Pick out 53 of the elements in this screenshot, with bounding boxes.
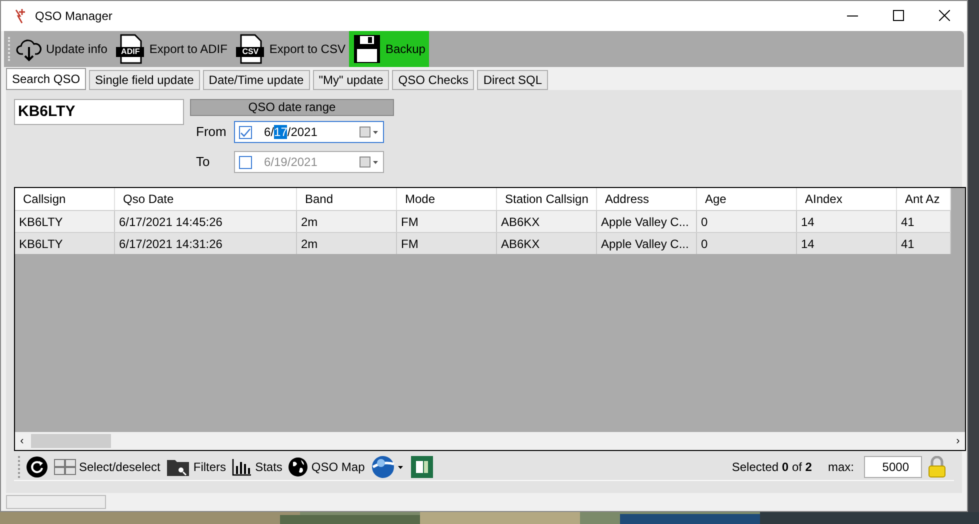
date-value: 6/17/2021 [264,124,318,142]
max-field[interactable]: 5000 [864,456,922,478]
maximize-icon[interactable] [892,10,904,22]
refresh-icon[interactable] [26,456,48,478]
tab[interactable]: Date/Time update [202,70,310,90]
date-picker[interactable]: 6/17/2021 [234,121,384,144]
toolbar-button[interactable]: Update info [12,30,112,68]
tab[interactable]: Search QSO [6,68,86,90]
bar-chart-icon [232,458,252,476]
tab[interactable]: Direct SQL [477,70,548,90]
toolbar-button[interactable]: Stats [232,458,282,476]
grid-icon [54,458,76,475]
scrollbar-thumb[interactable] [31,434,111,448]
max-label: max: [828,458,854,476]
table-cell: 14 [797,233,897,254]
checkbox[interactable] [239,156,252,169]
table-cell: 41 [897,233,951,254]
scroll-right-arrow[interactable]: › [951,432,965,450]
app-icon [13,8,27,24]
earth-dropdown-icon[interactable] [370,454,405,479]
calendar-dropdown-icon[interactable] [359,156,379,168]
tab[interactable]: QSO Checks [392,70,474,90]
tab[interactable]: Single field update [89,70,200,90]
table-cell: KB6LTY [15,233,115,254]
scroll-left-arrow[interactable]: ‹ [15,432,29,450]
date-value: 6/19/2021 [264,154,318,172]
table-cell: Apple Valley C... [597,233,697,254]
spreadsheet-icon[interactable] [410,456,433,478]
checkbox[interactable] [239,126,252,139]
icon-label: ADIF [120,46,141,57]
table-cell: 2m [297,233,397,254]
globe-icon [288,456,308,477]
calendar-dropdown-icon[interactable] [359,126,379,138]
toolbar-button[interactable]: CSV Export to CSV [231,30,350,68]
date-label: From [195,123,228,142]
toolbar-button[interactable]: Select/deselect [54,458,160,476]
toolbar-button[interactable]: Backup [349,30,430,68]
table-cell: 6/17/2021 14:31:26 [115,233,297,254]
table-cell: FM [397,233,497,254]
toolbar-button[interactable]: ADIF Export to ADIF [111,30,232,68]
callsign-field[interactable]: KB6LTY [14,99,184,126]
date-label: To [195,153,211,172]
selection-count: Selected 0 of 2 [732,458,812,476]
icon-label: CSV [241,46,260,57]
table-cell: AB6KX [497,233,597,254]
toolbar-button[interactable]: Filters [166,456,226,477]
window-title: QSO Manager [35,8,112,25]
table-cell: 0 [697,233,797,254]
toolbar-button[interactable]: QSO Map [288,456,365,477]
horizontal-scrollbar[interactable]: ‹ › [15,432,965,450]
close-icon[interactable] [938,10,950,22]
date-range-header: QSO date range [190,99,394,116]
tab[interactable]: "My" update [312,70,390,90]
